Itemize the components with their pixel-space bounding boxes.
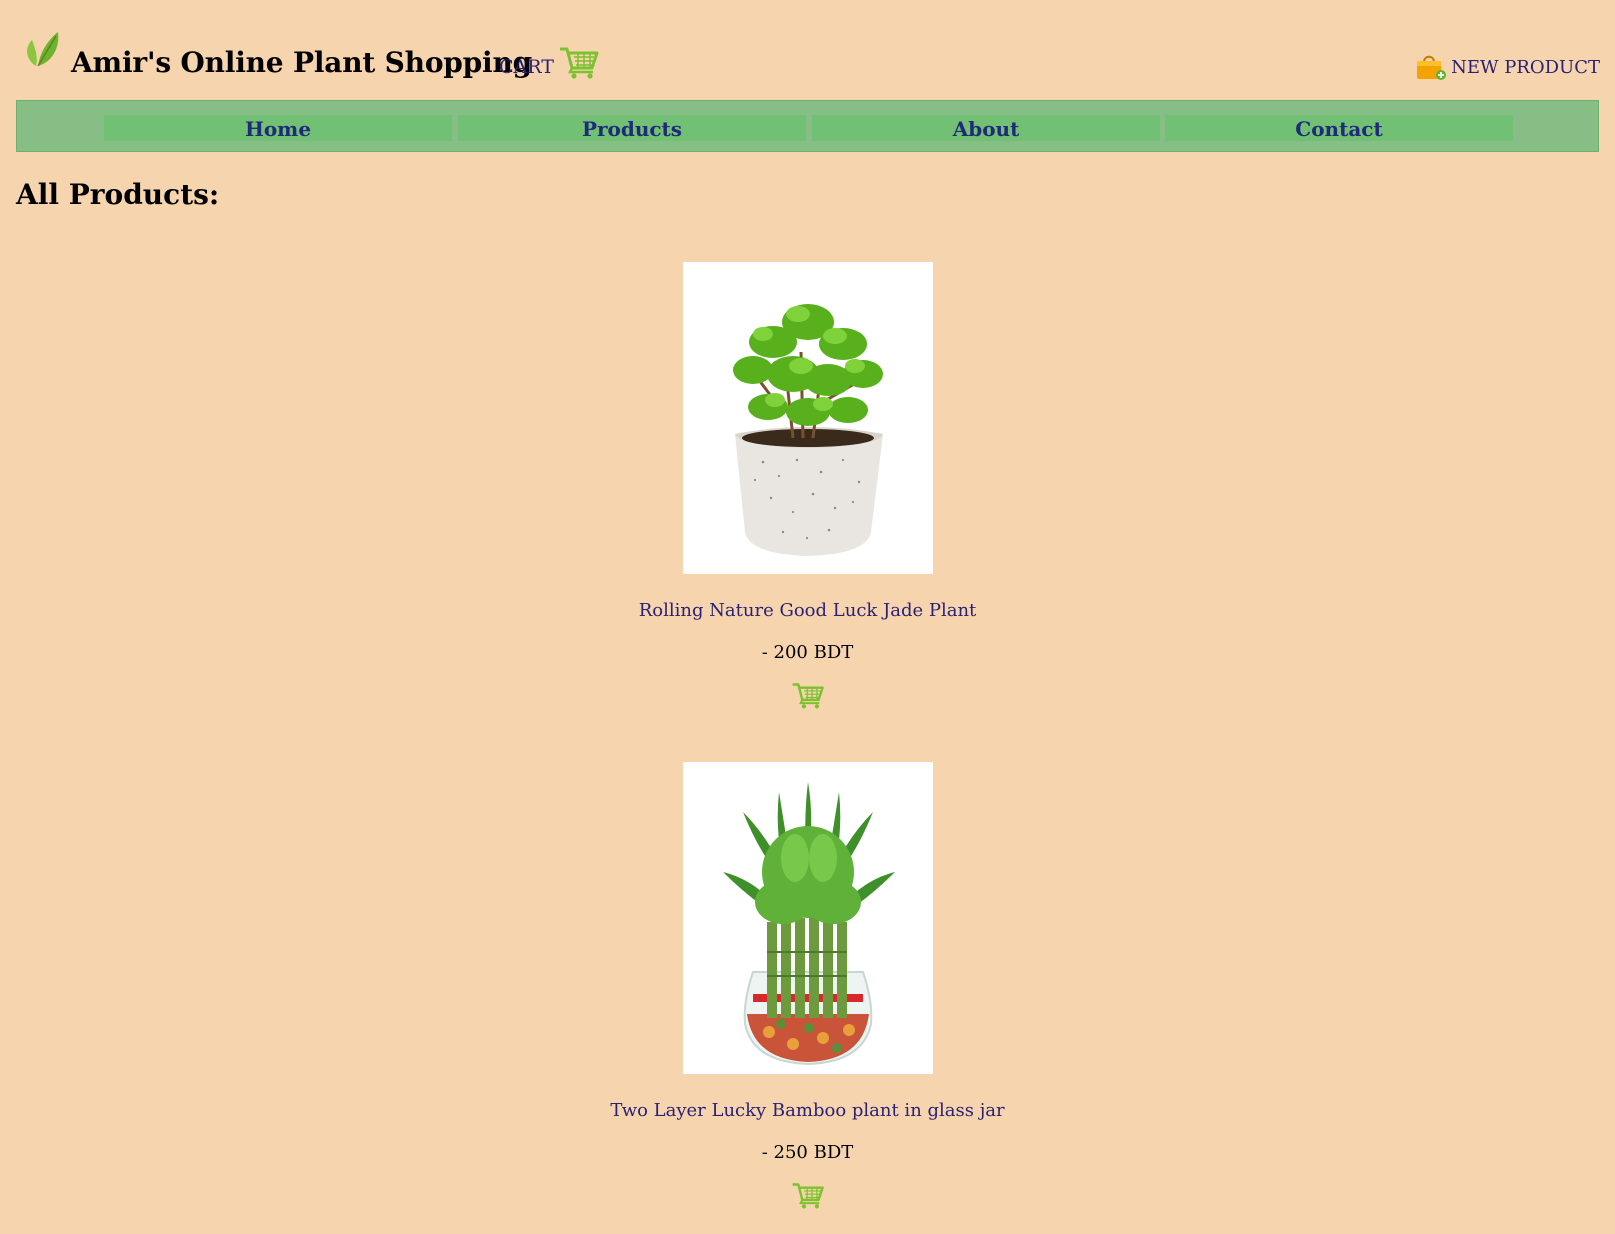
product-card: Rolling Nature Good Luck Jade Plant - 20… <box>0 262 1615 710</box>
add-to-cart-icon[interactable] <box>791 1180 825 1210</box>
lucky-bamboo-image[interactable] <box>682 762 933 1074</box>
jade-plant-image[interactable] <box>682 262 933 574</box>
shopping-cart-icon <box>559 47 599 79</box>
nav-item-home[interactable]: Home <box>104 115 452 141</box>
new-product-label: NEW PRODUCT <box>1451 56 1600 78</box>
new-product-link[interactable]: NEW PRODUCT <box>1415 53 1600 81</box>
product-name-link[interactable]: Rolling Nature Good Luck Jade Plant <box>0 600 1615 622</box>
shopping-bag-add-icon <box>1417 55 1447 80</box>
page-heading: All Products: <box>16 178 220 211</box>
product-card: Two Layer Lucky Bamboo plant in glass ja… <box>0 762 1615 1210</box>
product-name-link[interactable]: Two Layer Lucky Bamboo plant in glass ja… <box>0 1100 1615 1122</box>
leaf-logo-icon <box>27 32 59 67</box>
add-to-cart-icon[interactable] <box>791 680 825 710</box>
nav-item-about[interactable]: About <box>812 115 1160 141</box>
product-price: - 200 BDT <box>761 642 854 663</box>
product-price: - 250 BDT <box>761 1142 854 1163</box>
site-header: Amir's Online Plant Shopping CART NEW PR… <box>0 0 1615 100</box>
cart-link[interactable]: CART <box>499 44 600 80</box>
main-navigation: Home Products About Contact <box>16 100 1599 152</box>
site-title: Amir's Online Plant Shopping <box>71 46 533 79</box>
nav-item-products[interactable]: Products <box>458 115 806 141</box>
nav-item-contact[interactable]: Contact <box>1165 115 1513 141</box>
cart-label: CART <box>499 56 554 78</box>
